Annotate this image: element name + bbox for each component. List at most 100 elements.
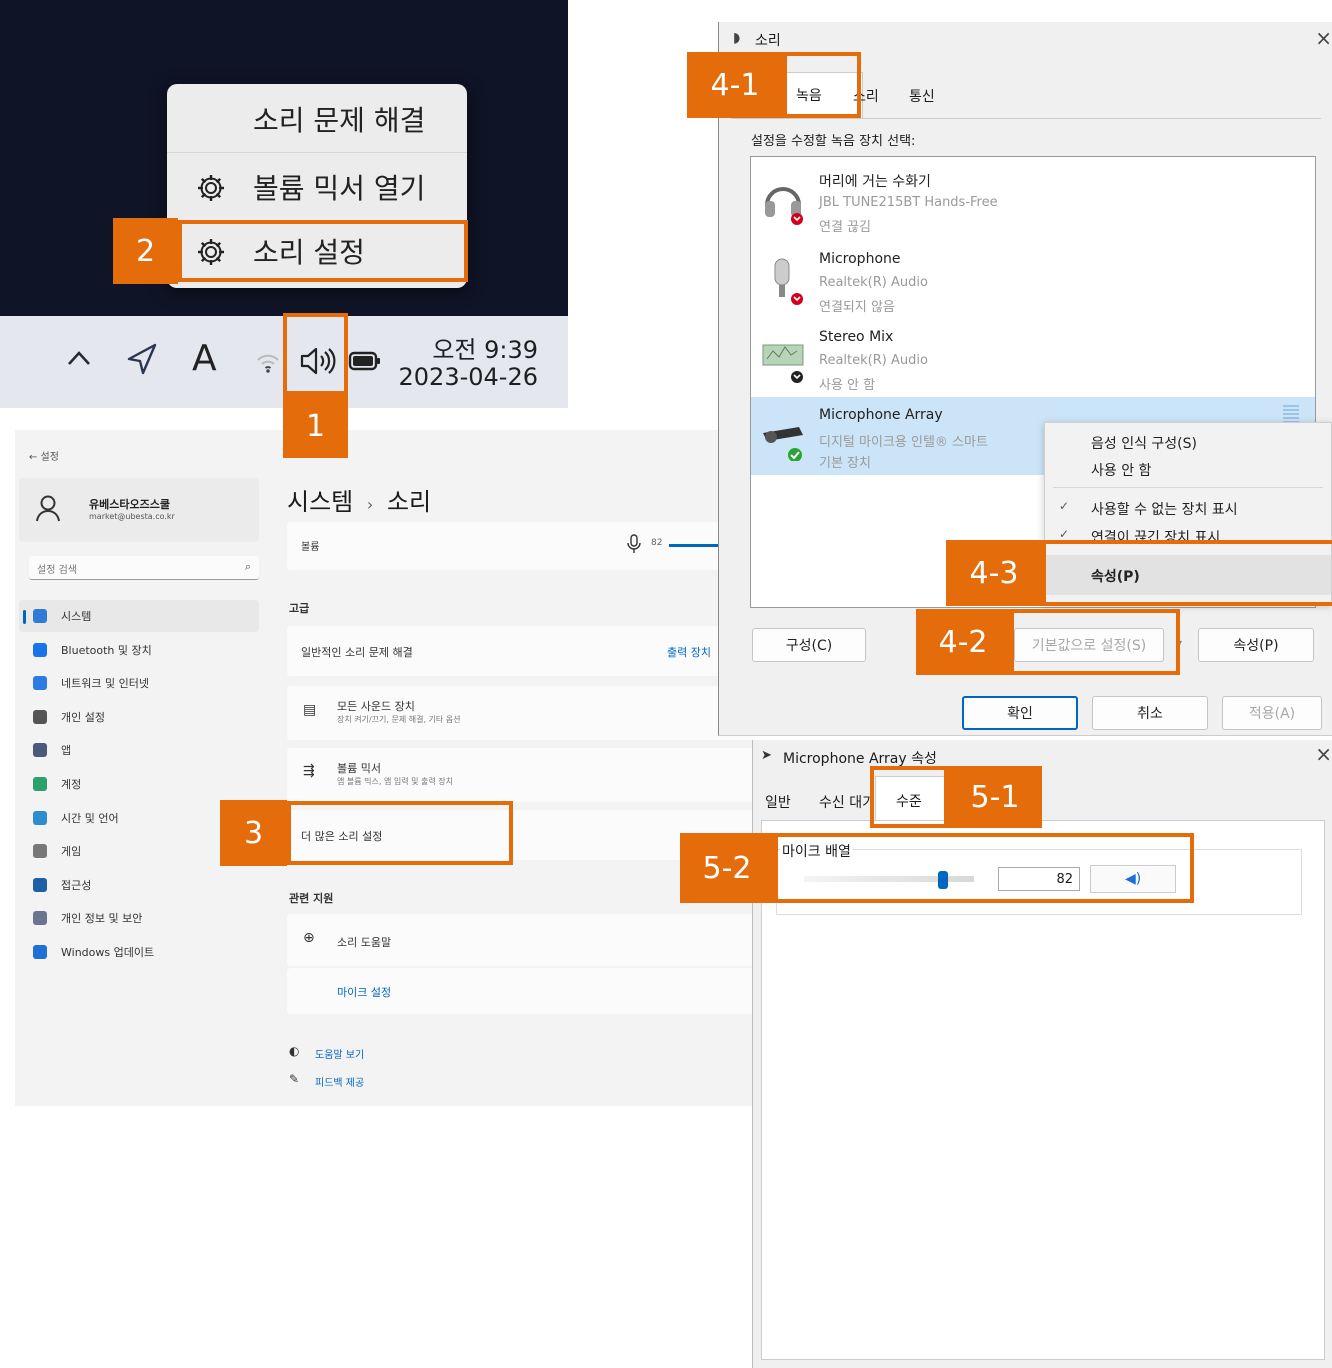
sidebar-item-icon xyxy=(33,676,47,691)
cancel-button[interactable]: 취소 xyxy=(1092,696,1208,730)
tab-general[interactable]: 일반 xyxy=(765,792,791,812)
advanced-header: 고급 xyxy=(289,602,310,615)
settings-search-input[interactable]: 설정 검색 ⌕ xyxy=(29,556,259,580)
feedback-link[interactable]: 피드백 제공 xyxy=(315,1074,364,1089)
sound-help-card[interactable]: ⊕ 소리 도움말 xyxy=(287,914,755,966)
list-item[interactable]: Stereo Mix Realtek(R) Audio 사용 안 함 xyxy=(751,319,1315,397)
sound-help-label: 소리 도움말 xyxy=(337,936,392,949)
sidebar-item-label: 계정 xyxy=(61,778,82,791)
stereo-mix-icon xyxy=(762,344,804,383)
mic-array-title-icon: ➤ xyxy=(761,748,772,763)
callout-box-4-3 xyxy=(1042,540,1332,606)
clock-date[interactable]: 2023-04-26 xyxy=(399,363,538,391)
device-driver: Realtek(R) Audio xyxy=(819,353,928,368)
sidebar-item[interactable]: 접근성 xyxy=(33,871,91,899)
sidebar-item-label: 접근성 xyxy=(61,878,92,892)
callout-box-4-2 xyxy=(1010,609,1180,675)
wifi-icon[interactable] xyxy=(256,352,280,374)
sidebar-item[interactable]: 게임 xyxy=(33,837,81,865)
sidebar-item-label: Bluetooth 및 장치 xyxy=(61,643,152,657)
mic-setup-link[interactable]: 마이크 설정 xyxy=(337,984,391,1000)
ok-button[interactable]: 확인 xyxy=(962,696,1078,730)
sound-dialog-title: 소리 xyxy=(755,33,781,49)
sidebar-item[interactable]: Windows 업데이트 xyxy=(33,938,154,966)
apply-button[interactable]: 적용(A) xyxy=(1222,696,1322,730)
location-icon[interactable] xyxy=(126,342,158,376)
callout-box-5-2 xyxy=(774,833,1194,903)
back-button[interactable]: ← 설정 xyxy=(29,448,59,463)
sidebar-item-icon xyxy=(33,877,47,892)
sidebar-item-icon xyxy=(33,810,47,825)
battery-icon[interactable] xyxy=(348,350,382,372)
ctx-divider xyxy=(1053,487,1323,488)
speaker-device-icon: ▤ xyxy=(303,702,317,718)
configure-button[interactable]: 구성(C) xyxy=(752,628,866,662)
mic-setup-card[interactable]: 마이크 설정 xyxy=(287,968,755,1014)
close-icon[interactable]: × xyxy=(1315,742,1332,766)
get-help-link[interactable]: 도움말 보기 xyxy=(315,1046,364,1061)
list-item[interactable]: Microphone Realtek(R) Audio 연결되지 않음 xyxy=(751,241,1315,319)
callout-box-5-1 xyxy=(870,766,948,828)
callout-badge-4-2: 4-2 xyxy=(916,609,1010,675)
volume-mixer-card[interactable]: ⇶ 볼륨 믹서 앱 볼륨 믹스, 앱 입력 및 출력 장치 xyxy=(287,748,755,802)
properties-button[interactable]: 속성(P) xyxy=(1198,628,1314,662)
callout-badge-4-1: 4-1 xyxy=(687,52,783,118)
troubleshoot-link[interactable]: 출력 장치 xyxy=(667,644,711,660)
globe-icon: ⊕ xyxy=(303,930,315,946)
sidebar-item[interactable]: 시스템 xyxy=(33,602,91,630)
menu-item-troubleshoot[interactable]: 소리 문제 해결 xyxy=(167,88,467,150)
user-card[interactable]: 유베스타오즈스쿨 market@ubesta.co.kr xyxy=(19,478,259,542)
user-avatar-icon xyxy=(36,495,60,522)
sidebar-item-icon xyxy=(33,609,47,623)
sidebar-item[interactable]: 개인 설정 xyxy=(33,703,105,731)
ctx-speech-config[interactable]: 음성 인식 구성(S) xyxy=(1091,433,1197,453)
sidebar-item[interactable]: Bluetooth 및 장치 xyxy=(33,636,152,664)
volume-label: 볼륨 xyxy=(301,542,320,553)
speaker-title-icon: ◗ xyxy=(733,30,741,46)
sidebar-item[interactable]: 앱 xyxy=(33,736,71,764)
feedback-icon: ✎ xyxy=(289,1072,300,1086)
callout-badge-3: 3 xyxy=(220,800,287,866)
device-status: 연결 끊김 xyxy=(819,220,871,235)
callout-box-1 xyxy=(283,313,348,395)
menu-item-volume-mixer[interactable]: 볼륨 믹서 열기 xyxy=(167,156,467,218)
clock-time[interactable]: 오전 9:39 xyxy=(432,330,538,365)
device-status: 기본 장치 xyxy=(819,456,871,471)
sidebar-item[interactable]: 시간 및 언어 xyxy=(33,804,119,832)
list-item[interactable]: 머리에 거는 수화기 JBL TUNE215BT Hands-Free 연결 끊… xyxy=(751,161,1315,239)
breadcrumb-parent[interactable]: 시스템 xyxy=(287,488,353,516)
sidebar-item-label: 개인 정보 및 보안 xyxy=(61,912,143,926)
mixer-sub: 앱 볼륨 믹스, 앱 입력 및 출력 장치 xyxy=(337,777,454,786)
ctx-disable[interactable]: 사용 안 함 xyxy=(1091,460,1151,480)
breadcrumb-separator: › xyxy=(366,495,374,514)
all-devices-card[interactable]: ▤ 모든 사운드 장치 장치 켜기/끄기, 문제 해결, 기타 옵션 xyxy=(287,686,755,740)
sidebar-item[interactable]: 개인 정보 및 보안 xyxy=(33,904,142,932)
tab-listen[interactable]: 수신 대기 xyxy=(819,792,875,812)
close-icon[interactable]: × xyxy=(1315,26,1332,50)
callout-badge-5-1: 5-1 xyxy=(948,766,1042,828)
troubleshoot-card[interactable]: 일반적인 소리 문제 해결 출력 장치 xyxy=(287,626,755,676)
all-devices-sub: 장치 켜기/끄기, 문제 해결, 기타 옵션 xyxy=(337,715,461,724)
device-driver: 디지털 마이크용 인텔® 스마트 xyxy=(819,435,988,450)
device-driver: JBL TUNE215BT Hands-Free xyxy=(819,195,998,210)
device-driver: Realtek(R) Audio xyxy=(819,275,928,290)
tab-communications[interactable]: 통신 xyxy=(909,86,935,106)
sidebar-item-label: 게임 xyxy=(61,845,82,859)
volume-value: 82 xyxy=(651,538,663,548)
headset-icon xyxy=(765,187,803,225)
microphone-array-icon xyxy=(763,427,803,461)
sidebar-item-label: Windows 업데이트 xyxy=(61,946,155,959)
search-placeholder: 설정 검색 xyxy=(37,565,77,576)
microphone-icon[interactable] xyxy=(627,534,641,554)
menu-item-troubleshoot-label: 소리 문제 해결 xyxy=(253,104,426,137)
search-icon: ⌕ xyxy=(244,560,251,573)
input-indicator-icon[interactable]: A xyxy=(192,338,217,379)
sidebar-item-label: 시스템 xyxy=(61,610,92,623)
props-dialog-title: Microphone Array 속성 xyxy=(783,751,937,767)
chevron-up-icon[interactable] xyxy=(66,348,92,368)
sidebar-item[interactable]: 네트워크 및 인터넷 xyxy=(33,669,149,697)
sidebar-item-label: 시간 및 언어 xyxy=(61,811,119,825)
sidebar-item[interactable]: 계정 xyxy=(33,770,81,798)
sidebar-item-icon xyxy=(33,777,47,791)
ctx-show-disabled[interactable]: 사용할 수 없는 장치 표시 xyxy=(1091,499,1238,519)
